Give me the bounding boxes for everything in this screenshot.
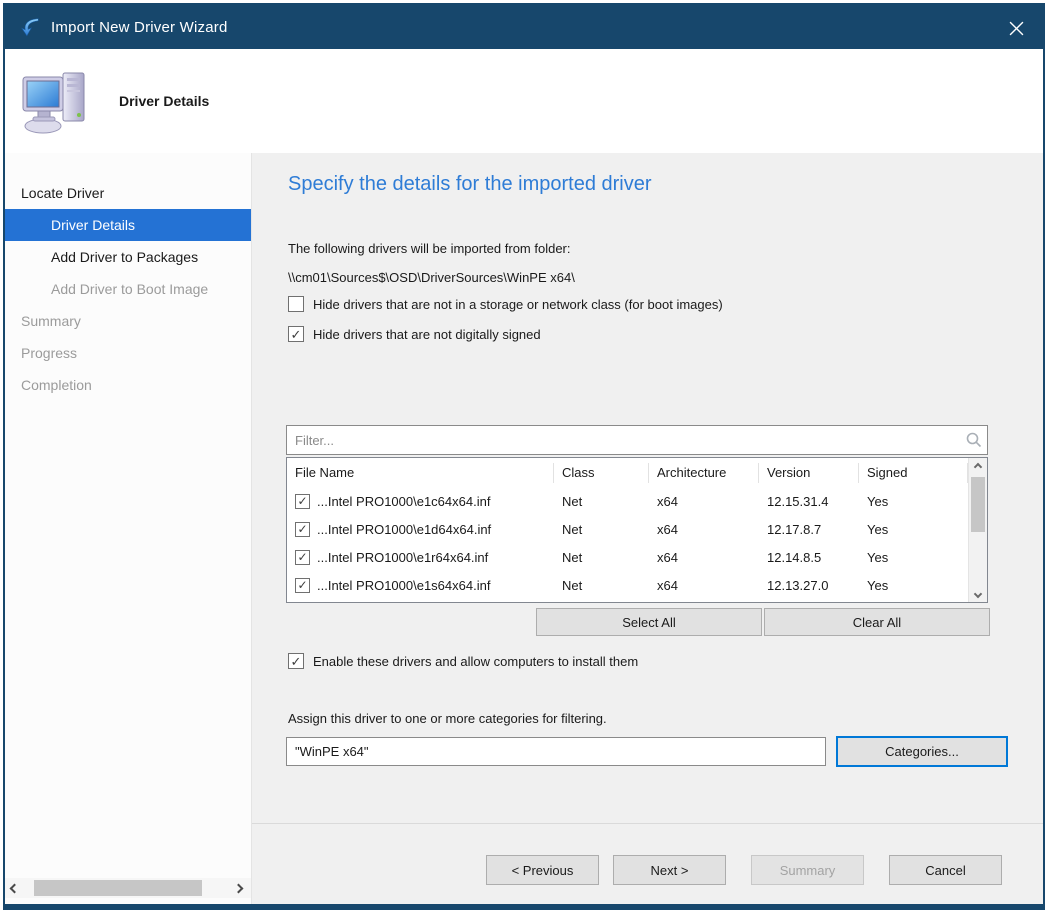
folder-path: \\cm01\Sources$\OSD\DriverSources\WinPE … [288, 270, 575, 285]
row-checkbox[interactable] [295, 578, 310, 593]
cell-class: Net [554, 494, 649, 509]
select-all-button[interactable]: Select All [536, 608, 762, 636]
horizontal-scroll-thumb[interactable] [34, 880, 202, 896]
wizard-steps-sidebar: Locate Driver Driver Details Add Driver … [5, 153, 252, 904]
table-row[interactable]: ...Intel PRO1000\e1s64x64.inf Net x64 12… [287, 571, 987, 599]
window-title: Import New Driver Wizard [51, 19, 228, 36]
enable-drivers-checkbox-row: Enable these drivers and allow computers… [288, 653, 638, 669]
content-heading: Specify the details for the imported dri… [288, 173, 652, 196]
cell-version: 12.17.8.7 [759, 522, 859, 537]
footer-divider [252, 823, 1043, 824]
row-checkbox[interactable] [295, 522, 310, 537]
hide-unsigned-label: Hide drivers that are not digitally sign… [313, 327, 541, 342]
sidebar-item-completion: Completion [5, 369, 251, 401]
column-header-version[interactable]: Version [759, 463, 859, 483]
scroll-up-icon[interactable] [969, 458, 987, 475]
summary-button: Summary [751, 855, 864, 885]
filter-box [286, 425, 988, 455]
wizard-header: Driver Details [5, 49, 1043, 153]
wizard-content: Specify the details for the imported dri… [252, 153, 1043, 904]
cell-version: 12.13.27.0 [759, 578, 859, 593]
cell-signed: Yes [859, 550, 968, 565]
hide-unsigned-checkbox-row: Hide drivers that are not digitally sign… [288, 326, 541, 342]
hide-storage-network-label: Hide drivers that are not in a storage o… [313, 297, 723, 312]
sidebar-horizontal-scrollbar[interactable] [5, 878, 251, 898]
table-row[interactable]: ...Intel PRO1000\e1r64x64.inf Net x64 12… [287, 543, 987, 571]
scroll-right-icon[interactable] [229, 878, 247, 898]
page-title: Driver Details [119, 93, 209, 109]
hide-storage-network-checkbox-row: Hide drivers that are not in a storage o… [288, 296, 723, 312]
cell-class: Net [554, 550, 649, 565]
cancel-button[interactable]: Cancel [889, 855, 1002, 885]
next-button[interactable]: Next > [613, 855, 726, 885]
cell-version: 12.15.31.4 [759, 494, 859, 509]
column-header-class[interactable]: Class [554, 463, 649, 483]
title-bar: Import New Driver Wizard [5, 5, 1043, 49]
scroll-down-icon[interactable] [969, 585, 987, 602]
cell-signed: Yes [859, 522, 968, 537]
table-row[interactable]: ...Intel PRO1000\e1d64x64.inf Net x64 12… [287, 515, 987, 543]
sidebar-item-add-driver-to-packages[interactable]: Add Driver to Packages [5, 241, 251, 273]
cell-architecture: x64 [649, 578, 759, 593]
cell-class: Net [554, 578, 649, 593]
cell-file-name: ...Intel PRO1000\e1r64x64.inf [317, 550, 488, 565]
cell-architecture: x64 [649, 522, 759, 537]
sidebar-item-add-driver-to-boot-image: Add Driver to Boot Image [5, 273, 251, 305]
search-icon [961, 427, 987, 453]
row-checkbox[interactable] [295, 494, 310, 509]
cell-architecture: x64 [649, 550, 759, 565]
hide-storage-network-checkbox[interactable] [288, 296, 304, 312]
close-icon[interactable] [1003, 15, 1029, 41]
driver-table: File Name Class Architecture Version Sig… [286, 457, 988, 603]
folder-label: The following drivers will be imported f… [288, 241, 571, 256]
cell-class: Net [554, 522, 649, 537]
sidebar-item-summary: Summary [5, 305, 251, 337]
cell-signed: Yes [859, 578, 968, 593]
cell-file-name: ...Intel PRO1000\e1s64x64.inf [317, 578, 490, 593]
computer-icon [21, 67, 91, 135]
previous-button[interactable]: < Previous [486, 855, 599, 885]
cell-signed: Yes [859, 494, 968, 509]
sidebar-item-driver-details[interactable]: Driver Details [5, 209, 251, 241]
enable-drivers-checkbox[interactable] [288, 653, 304, 669]
category-label: Assign this driver to one or more catego… [288, 711, 607, 726]
clear-all-button[interactable]: Clear All [764, 608, 990, 636]
cell-file-name: ...Intel PRO1000\e1d64x64.inf [317, 522, 491, 537]
category-input[interactable] [286, 737, 826, 766]
scroll-left-icon[interactable] [5, 878, 23, 898]
column-header-file-name[interactable]: File Name [287, 463, 554, 483]
wizard-arrow-icon [19, 16, 41, 38]
cell-version: 12.14.8.5 [759, 550, 859, 565]
table-vertical-scrollbar[interactable] [968, 458, 987, 602]
table-row[interactable]: ...Intel PRO1000\e1c64x64.inf Net x64 12… [287, 487, 987, 515]
cell-file-name: ...Intel PRO1000\e1c64x64.inf [317, 494, 490, 509]
wizard-window: Import New Driver Wizard [3, 3, 1045, 910]
driver-table-header: File Name Class Architecture Version Sig… [287, 458, 987, 487]
row-checkbox[interactable] [295, 550, 310, 565]
sidebar-item-locate-driver[interactable]: Locate Driver [5, 177, 251, 209]
column-header-architecture[interactable]: Architecture [649, 463, 759, 483]
filter-input[interactable] [287, 433, 961, 448]
hide-unsigned-checkbox[interactable] [288, 326, 304, 342]
vertical-scroll-thumb[interactable] [971, 477, 985, 532]
sidebar-item-progress: Progress [5, 337, 251, 369]
enable-drivers-label: Enable these drivers and allow computers… [313, 654, 638, 669]
column-header-signed[interactable]: Signed [859, 463, 968, 483]
cell-architecture: x64 [649, 494, 759, 509]
categories-button[interactable]: Categories... [836, 736, 1008, 767]
